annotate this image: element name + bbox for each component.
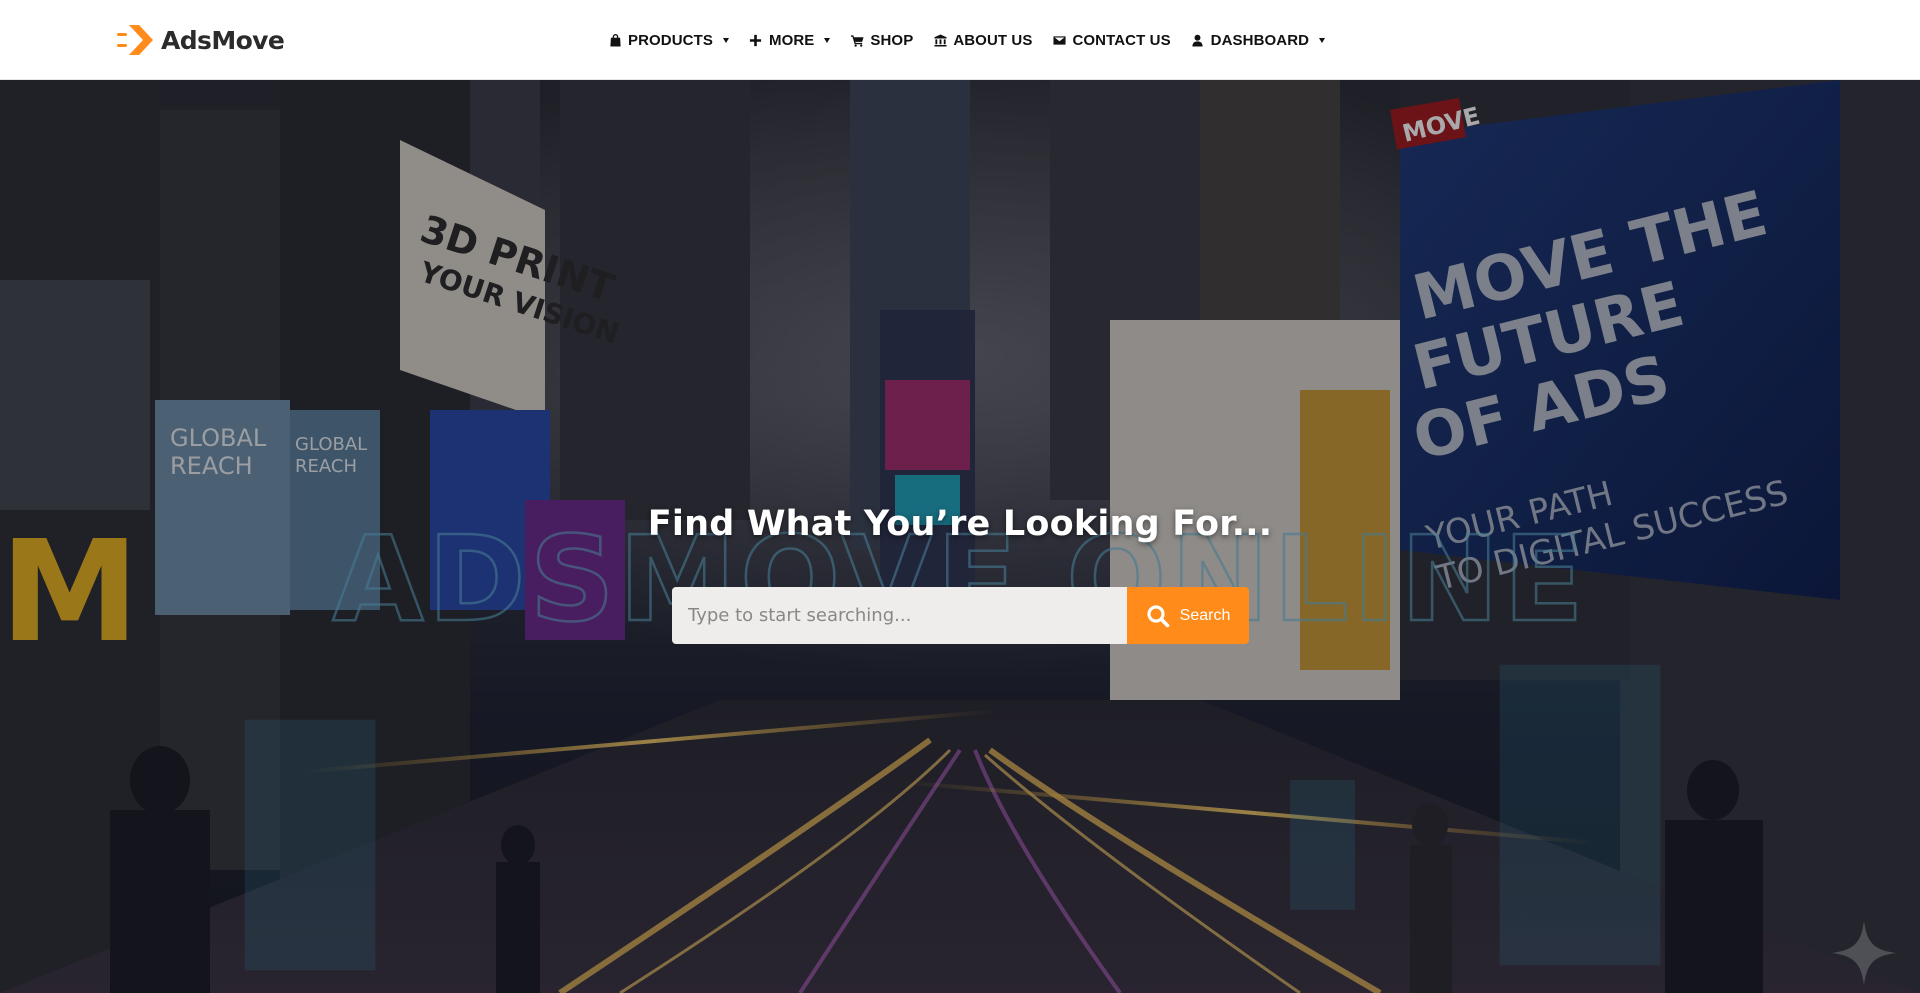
sparkle-icon — [1832, 921, 1896, 985]
brand-logo[interactable]: AdsMove — [117, 22, 285, 58]
caret-down-icon — [1319, 37, 1326, 43]
nav-item-label: PRODUCTS — [628, 31, 713, 49]
caret-down-icon — [722, 37, 729, 43]
brand-arrow-icon — [117, 25, 153, 55]
hero-section: 3D PRINT YOUR VISION GLOBAL REACH GLOBAL… — [0, 80, 1920, 993]
bag-icon — [608, 33, 622, 47]
nav-item-label: DASHBOARD — [1210, 31, 1310, 49]
nav-item-more[interactable]: MORE — [739, 0, 840, 80]
nav-item-label: MORE — [768, 31, 815, 49]
search-button[interactable]: Search — [1127, 587, 1249, 644]
site-header: AdsMove PRODUCTS MORE SHOP ABOUT US CONT… — [0, 0, 1920, 80]
search-form: Search — [672, 587, 1249, 644]
hero-search-area: Find What You’re Looking For... Search — [0, 80, 1920, 993]
nav-item-label: CONTACT US — [1072, 31, 1171, 49]
nav-item-label: SHOP — [870, 31, 914, 49]
search-icon — [1147, 604, 1169, 627]
nav-item-label: ABOUT US — [953, 31, 1033, 49]
envelope-icon — [1052, 33, 1066, 47]
cart-icon — [850, 33, 864, 47]
plus-icon — [749, 33, 763, 47]
search-input[interactable] — [672, 587, 1127, 644]
brand-name: AdsMove — [161, 25, 285, 55]
main-nav: PRODUCTS MORE SHOP ABOUT US CONTACT US D… — [598, 0, 1335, 80]
nav-item-shop[interactable]: SHOP — [840, 0, 923, 80]
nav-item-dashboard[interactable]: DASHBOARD — [1181, 0, 1335, 80]
caret-down-icon — [824, 37, 831, 43]
hero-heading: Find What You’re Looking For... — [647, 504, 1273, 544]
nav-item-products[interactable]: PRODUCTS — [598, 0, 739, 80]
nav-item-contact[interactable]: CONTACT US — [1042, 0, 1180, 80]
nav-item-about[interactable]: ABOUT US — [923, 0, 1042, 80]
building-icon — [933, 33, 947, 47]
user-icon — [1191, 33, 1205, 47]
search-button-label: Search — [1179, 606, 1231, 624]
